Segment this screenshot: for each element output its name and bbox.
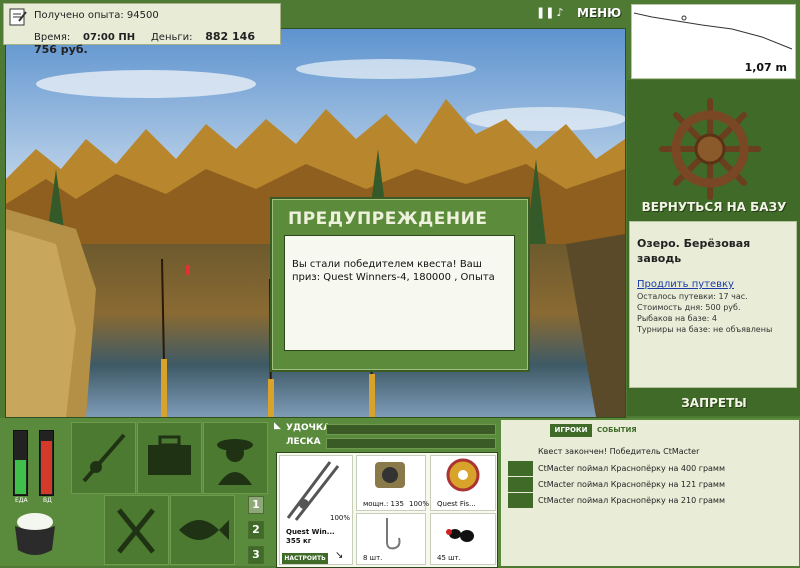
fed-label: ВД (43, 497, 52, 504)
lake-info-panel: Озеро. Берёзовая заводь Продлить путевку… (629, 221, 797, 388)
dialog-title: ПРЕДУПРЕЖДЕНИЕ (288, 209, 488, 229)
ant-icon (446, 529, 474, 542)
player-info-panel: Получено опыта: 94500 Время: 07:00 ПН Де… (3, 3, 281, 56)
reel-percent: 100% (409, 500, 430, 508)
event-item: Квест закончен! Победитель CtMacter (538, 447, 700, 456)
reel-power: мощн.: 135 (363, 500, 404, 508)
cast-arrow-icon[interactable]: ↘ (335, 550, 347, 562)
food-label: ЕДА (15, 497, 28, 504)
notebook-icon[interactable] (8, 7, 28, 27)
setup-button[interactable]: НАСТРОИТЬ (282, 553, 328, 564)
hook-icon (386, 518, 401, 550)
event-item: CtMacter поймал Краснопёрку на 210 грамм (538, 496, 725, 505)
slot-button-1[interactable]: 1 (248, 496, 264, 514)
fork-knife-icon (117, 508, 155, 554)
tab-events[interactable]: СОБЫТИЯ (597, 424, 637, 437)
food-meter-fill (15, 460, 26, 494)
rod-name: Quest Win... (286, 528, 335, 536)
time-label: Время: (34, 32, 71, 43)
fish-slot[interactable] (170, 495, 235, 565)
fish-icon (179, 520, 229, 540)
food-slot[interactable] (104, 495, 169, 565)
time-money-row: Время: 07:00 ПН Деньги: 882 146 756 руб. (34, 30, 280, 56)
hook-cell[interactable]: 8 шт. (356, 513, 426, 565)
fisherman-slot[interactable] (203, 422, 268, 494)
extend-permit-link[interactable]: Продлить путевку (637, 279, 734, 290)
food-meter (13, 430, 28, 496)
day-cost: Стоимость дня: 500 руб. (637, 303, 741, 312)
fish-event-icon (508, 477, 533, 492)
rod-icon (82, 433, 126, 483)
dialog-message: Вы стали победителем квеста! Ваш приз: Q… (292, 259, 495, 283)
remaining-permit: Осталось путевки: 17 час. (637, 292, 748, 301)
line-name: Quest Fis... (437, 500, 476, 508)
bans-button[interactable]: ЗАПРЕТЫ (630, 396, 798, 410)
line-tension-bar (326, 438, 496, 449)
line-spool-icon (446, 458, 480, 492)
hook-count: 8 шт. (363, 554, 383, 562)
sound-icon[interactable]: ♪ (554, 7, 566, 19)
dialog-body: Вы стали победителем квеста! Ваш приз: Q… (284, 235, 515, 351)
pause-icon[interactable]: ❚❚ (536, 7, 554, 19)
depth-profile-panel: 1,07 m (631, 4, 796, 79)
reel-icon (375, 462, 405, 488)
tackle-box-icon (148, 435, 191, 475)
rod-percent: 100% (330, 514, 351, 522)
tackle-box-slot[interactable] (137, 422, 202, 494)
fisherman-icon (217, 439, 253, 485)
slot-button-2[interactable]: 2 (248, 521, 264, 539)
menu-button[interactable]: МЕНЮ (577, 6, 621, 20)
float-marker-icon (681, 15, 687, 21)
bait-cell[interactable]: 45 шт. (430, 513, 496, 565)
rod-weight: 355 кг (286, 537, 312, 545)
rod-tension-bar (326, 424, 496, 435)
rod-arrow-icon: ◣ (274, 421, 281, 431)
fed-meter-fill (41, 441, 52, 494)
tackle-panel: 100% Quest Win... 355 кг НАСТРОИТЬ мощн.… (276, 452, 498, 568)
depth-value: 1,07 m (744, 61, 787, 74)
lake-title: Озеро. Берёзовая заводь (637, 237, 751, 265)
ship-wheel-icon[interactable] (658, 97, 762, 201)
money-label: Деньги: (150, 32, 193, 43)
fish-event-icon (508, 461, 533, 476)
tab-players[interactable]: ИГРОКИ (550, 424, 592, 437)
return-to-base-button[interactable]: ВЕРНУТЬСЯ НА БАЗУ (630, 200, 798, 214)
rods-slot[interactable] (71, 422, 136, 494)
pot-icon[interactable] (10, 508, 60, 560)
fed-meter (39, 430, 54, 496)
time-value: 07:00 ПН (83, 32, 136, 43)
line-label: ЛЕСКА (286, 437, 321, 447)
xp-label: Получено опыта: 94500 (34, 10, 159, 21)
slot-button-3[interactable]: 3 (248, 546, 264, 564)
tournaments-status: Турниры на базе: не объявлены (637, 325, 773, 334)
bait-count: 45 шт. (437, 554, 461, 562)
line-cell[interactable]: Quest Fis... (430, 455, 496, 511)
fish-event-icon (508, 493, 533, 508)
events-panel: ИГРОКИ СОБЫТИЯ Квест закончен! Победител… (501, 420, 799, 566)
event-item: CtMacter поймал Краснопёрку на 121 грамм (538, 480, 725, 489)
warning-dialog: ПРЕДУПРЕЖДЕНИЕ Вы стали победителем квес… (270, 197, 530, 372)
rod-cell[interactable]: 100% Quest Win... 355 кг НАСТРОИТЬ (279, 455, 353, 565)
rod-label: УДОЧКА (286, 423, 331, 433)
event-item: CtMacter поймал Краснопёрку на 400 грамм (538, 464, 725, 473)
fishers-count: Рыбаков на базе: 4 (637, 314, 717, 323)
